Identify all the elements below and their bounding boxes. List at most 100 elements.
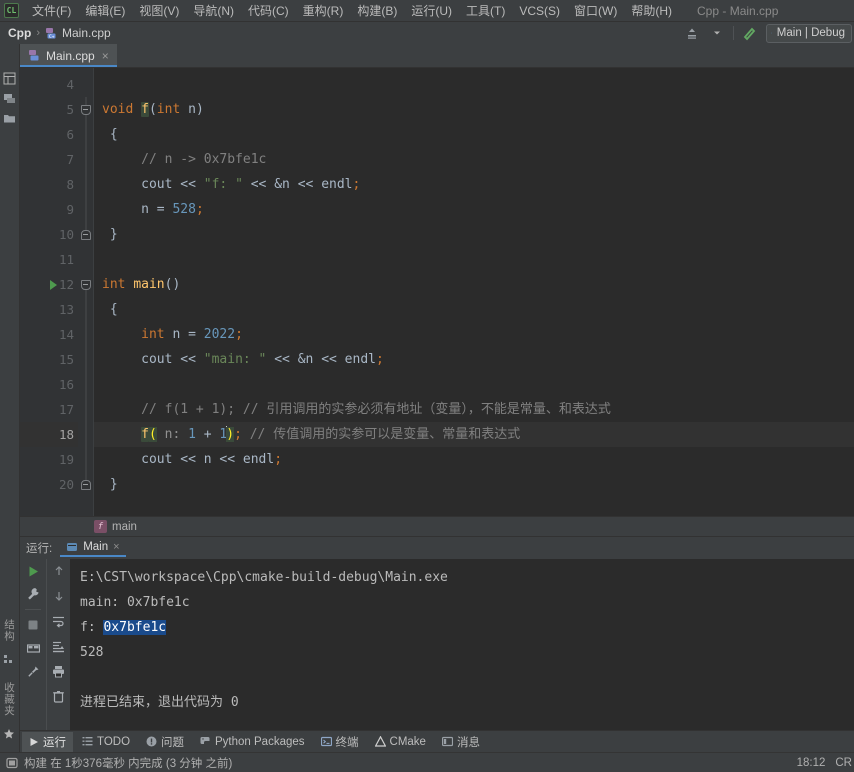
fold-marker-function-f-end[interactable] <box>78 222 93 247</box>
code-line-12[interactable]: int main() <box>94 272 854 297</box>
editor-breadcrumb-label[interactable]: main <box>112 521 137 533</box>
gutter-line[interactable]: 15 <box>20 347 78 372</box>
gutter-line[interactable]: 19 <box>20 447 78 472</box>
code-text-area[interactable]: void f(int n) { // n -> 0x7bfe1c cout <<… <box>94 68 854 516</box>
code-line-16[interactable] <box>94 372 854 397</box>
menu-file[interactable]: 文件(F) <box>25 0 78 21</box>
menu-run[interactable]: 运行(U) <box>404 0 459 21</box>
gutter-line[interactable]: 4 <box>20 72 78 97</box>
soft-wrap-icon[interactable] <box>51 613 67 629</box>
gutter-line[interactable]: 7 <box>20 147 78 172</box>
code-line-15[interactable]: cout << "main: " << &n << endl; <box>94 347 854 372</box>
menu-vcs[interactable]: VCS(S) <box>512 2 567 20</box>
star-icon[interactable] <box>3 728 17 742</box>
menu-refactor[interactable]: 重构(R) <box>296 0 351 21</box>
fold-marker-function-main-end[interactable] <box>78 472 93 497</box>
menu-view[interactable]: 视图(V) <box>132 0 186 21</box>
code-line-6[interactable]: { <box>94 122 854 147</box>
tool-window-python-packages[interactable]: Python Packages <box>193 734 312 750</box>
fold-collapse-icon[interactable] <box>80 279 91 290</box>
scroll-to-end-icon[interactable] <box>51 638 67 654</box>
chevron-down-icon[interactable] <box>708 24 726 42</box>
tool-window-todo[interactable]: TODO <box>75 734 137 750</box>
menu-code[interactable]: 代码(C) <box>241 0 296 21</box>
breadcrumb-project[interactable]: Cpp <box>8 26 31 40</box>
tool-window-run[interactable]: 运行 <box>22 731 73 752</box>
run-configuration-selector[interactable]: Main | Debug <box>766 23 852 43</box>
rerun-icon[interactable] <box>25 563 41 579</box>
code-line-10[interactable]: } <box>94 222 854 247</box>
tool-window-terminal[interactable]: 终端 <box>314 732 366 752</box>
fold-collapse-icon[interactable] <box>80 479 91 490</box>
close-icon[interactable]: × <box>113 541 119 553</box>
cpp-file-icon <box>28 49 41 62</box>
editor-fold-column[interactable] <box>78 68 94 516</box>
code-line-4[interactable] <box>94 72 854 97</box>
left-stripe-tab-structure[interactable]: 结构 <box>2 613 17 648</box>
gutter-line-with-run-marker[interactable]: 12 <box>20 272 78 297</box>
console-selected-text[interactable]: 0x7bfe1c <box>103 620 167 635</box>
close-icon[interactable]: × <box>102 49 109 63</box>
vcs-update-icon[interactable] <box>683 24 701 42</box>
menu-window[interactable]: 窗口(W) <box>567 0 624 21</box>
previous-occurrence-icon[interactable] <box>51 563 67 579</box>
gutter-line[interactable]: 9 <box>20 197 78 222</box>
project-tool-icon[interactable] <box>3 72 17 86</box>
run-gutter-icon[interactable] <box>50 279 57 290</box>
fold-collapse-icon[interactable] <box>80 104 91 115</box>
tool-window-messages[interactable]: 消息 <box>435 732 487 752</box>
code-line-13[interactable]: { <box>94 297 854 322</box>
stop-icon[interactable] <box>25 617 41 633</box>
gutter-line[interactable]: 6 <box>20 122 78 147</box>
commit-tool-icon[interactable] <box>3 92 17 106</box>
editor-gutter[interactable]: 4 5 6 7 8 9 10 11 12 13 14 15 16 17 18 1… <box>20 68 78 516</box>
menu-tools[interactable]: 工具(T) <box>459 0 512 21</box>
wrench-settings-icon[interactable] <box>25 586 41 602</box>
print-icon[interactable] <box>51 663 67 679</box>
code-line-11[interactable] <box>94 247 854 272</box>
code-line-19[interactable]: cout << n << endl; <box>94 447 854 472</box>
folder-icon[interactable] <box>3 112 17 126</box>
code-line-9[interactable]: n = 528; <box>94 197 854 222</box>
editor-tab-main-cpp[interactable]: Main.cpp × <box>20 44 117 67</box>
menu-edit[interactable]: 编辑(E) <box>78 0 132 21</box>
gutter-line[interactable]: 10 <box>20 222 78 247</box>
menu-navigate[interactable]: 导航(N) <box>186 0 241 21</box>
fold-collapse-icon[interactable] <box>80 229 91 240</box>
gutter-line[interactable]: 14 <box>20 322 78 347</box>
gutter-line[interactable]: 8 <box>20 172 78 197</box>
trash-icon[interactable] <box>51 688 67 704</box>
breadcrumb-file[interactable]: Main.cpp <box>62 26 111 40</box>
layout-settings-icon[interactable] <box>25 640 41 656</box>
code-line-7[interactable]: // n -> 0x7bfe1c <box>94 147 854 172</box>
code-line-5[interactable]: void f(int n) <box>94 97 854 122</box>
menu-build[interactable]: 构建(B) <box>350 0 404 21</box>
pin-icon[interactable] <box>25 663 41 679</box>
gutter-line[interactable]: 5 <box>20 97 78 122</box>
tool-window-cmake[interactable]: CMake <box>368 734 433 750</box>
gutter-line[interactable]: 13 <box>20 297 78 322</box>
gutter-line[interactable]: 16 <box>20 372 78 397</box>
left-stripe-tab-bookmarks[interactable]: 收藏夹 <box>2 676 17 723</box>
code-line-8[interactable]: cout << "f: " << &n << endl; <box>94 172 854 197</box>
status-bar-line-separator[interactable]: CR <box>835 757 852 769</box>
tool-window-problems[interactable]: 问题 <box>139 732 191 752</box>
code-editor[interactable]: 4 5 6 7 8 9 10 11 12 13 14 15 16 17 18 1… <box>20 68 854 516</box>
gutter-line[interactable]: 11 <box>20 247 78 272</box>
fold-marker-function-f[interactable] <box>78 97 93 122</box>
gutter-line[interactable]: 17 <box>20 397 78 422</box>
structure-icon[interactable] <box>3 654 17 668</box>
code-line-17[interactable]: // f(1 + 1); // 引用调用的实参必须有地址（变量），不能是常量、和… <box>94 397 854 422</box>
next-occurrence-icon[interactable] <box>51 588 67 604</box>
code-line-20[interactable]: } <box>94 472 854 497</box>
menu-help[interactable]: 帮助(H) <box>624 0 679 21</box>
gutter-line-current[interactable]: 18 <box>20 422 78 447</box>
build-hammer-icon[interactable] <box>741 24 759 42</box>
fold-marker-function-main[interactable] <box>78 272 93 297</box>
status-bar-message[interactable]: 构建 在 1秒376毫秒 内完成 (3 分钟 之前) <box>24 755 232 771</box>
run-tab-main[interactable]: Main × <box>60 539 126 557</box>
code-line-14[interactable]: int n = 2022; <box>94 322 854 347</box>
gutter-line[interactable]: 20 <box>20 472 78 497</box>
console-output[interactable]: E:\CST\workspace\Cpp\cmake-build-debug\M… <box>70 559 854 730</box>
code-line-18-current[interactable]: f( n: 1 + 1); // 传值调用的实参可以是变量、常量和表达式 <box>94 422 854 447</box>
